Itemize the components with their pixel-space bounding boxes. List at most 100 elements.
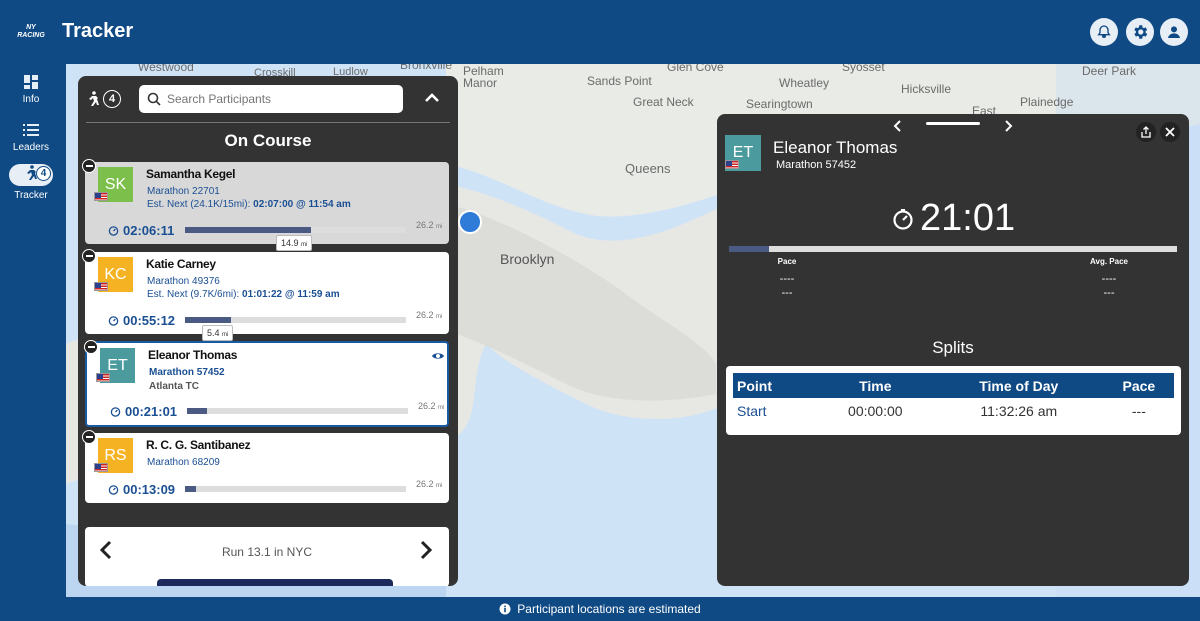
total-distance-unit: mi	[436, 314, 443, 320]
estimated-next: Est. Next (24.1K/15mi): 02:07:00 @ 11:54…	[147, 199, 351, 210]
event-name: Run 13.1 in NYC	[221, 545, 313, 559]
next-participant-button[interactable]	[1002, 119, 1014, 137]
chevron-right-icon	[1005, 120, 1013, 132]
pace-label: Pace	[777, 257, 797, 266]
nav-item-label: Leaders	[12, 142, 50, 153]
estimated-next-value: 01:01:22 @ 11:59 am	[242, 289, 340, 300]
footer-notice: Participant locations are estimated	[0, 597, 1200, 621]
runner-count-value: 4	[103, 90, 121, 108]
total-distance: 26.2 mi	[418, 401, 444, 411]
progress-bar	[185, 227, 406, 233]
remove-participant-button[interactable]	[82, 249, 96, 263]
next-event-button[interactable]	[419, 540, 433, 565]
us-flag-icon	[94, 282, 108, 291]
elapsed-time: 00:13:09	[108, 482, 175, 497]
search-box[interactable]	[139, 85, 403, 113]
watching-indicator[interactable]	[431, 348, 445, 366]
race-clock-value: 21:01	[920, 197, 1016, 239]
collapse-panel-button[interactable]	[423, 89, 441, 112]
drag-handle[interactable]	[926, 122, 980, 125]
close-button[interactable]	[1160, 122, 1180, 142]
participant-card[interactable]: RS R. C. G. Santibanez Marathon 68209 00…	[82, 430, 449, 503]
mile-marker-tooltip: 14.9 mi	[276, 235, 313, 251]
stopwatch-icon	[108, 226, 119, 236]
map-label: Hicksville	[901, 82, 952, 96]
elapsed-time-value: 00:55:12	[123, 313, 176, 328]
total-distance-value: 26.2	[416, 479, 434, 489]
splits-header-row: Point Time Time of Day Pace	[733, 373, 1174, 398]
map-label: Pelham Manor	[463, 64, 504, 90]
elapsed-time: 00:21:01	[110, 404, 177, 419]
bell-icon	[1097, 25, 1111, 38]
runner-count[interactable]: 4	[86, 90, 121, 108]
stopwatch-icon	[108, 316, 119, 326]
elapsed-time-value: 00:13:09	[123, 482, 176, 497]
stopwatch-icon	[110, 407, 121, 417]
elapsed-time: 00:55:12	[108, 313, 175, 328]
nav-item-leaders[interactable]: Leaders	[0, 122, 62, 153]
splits-header: Pace	[1103, 373, 1174, 398]
chevron-right-icon	[420, 540, 433, 560]
tracker-panel-header: 4	[78, 76, 458, 122]
participant-card[interactable]: KC Katie Carney Marathon 49376 Est. Next…	[82, 249, 449, 334]
participant-event: Marathon 22701	[147, 186, 220, 197]
remove-participant-button[interactable]	[82, 159, 96, 173]
splits-header: Point	[733, 373, 817, 398]
share-button[interactable]	[1136, 122, 1156, 142]
search-input[interactable]	[167, 92, 387, 106]
stopwatch-icon	[893, 208, 913, 230]
nav-active-indicator: 4	[9, 164, 53, 186]
progress-bar	[185, 486, 406, 492]
elapsed-time: 02:06:11	[108, 223, 174, 238]
runner-map-marker[interactable]	[458, 210, 482, 234]
split-point[interactable]: Start	[733, 398, 817, 424]
participant-card-selected[interactable]: ET Eleanor Thomas Marathon 57452 Atlanta…	[84, 340, 449, 427]
splits-table: Point Time Time of Day Pace Start 00:00:…	[726, 366, 1181, 435]
participant-name: R. C. G. Santibanez	[146, 438, 251, 452]
avg-pace-label: Avg. Pace	[1090, 257, 1128, 266]
pace-stat: Pace ---- ---	[757, 257, 817, 300]
tracker-panel: 4 On Course SK Samantha Kegel Marathon 2…	[78, 76, 458, 586]
estimated-next-label: Est. Next (9.7K/6mi):	[147, 289, 240, 300]
map-label: Glen Cove	[667, 64, 724, 74]
total-distance-unit: mi	[436, 224, 443, 230]
us-flag-icon	[96, 373, 110, 382]
map-label: Deer Park	[1082, 64, 1137, 78]
participant-event: Marathon 49376	[147, 276, 220, 287]
account-button[interactable]	[1160, 18, 1188, 46]
total-distance-value: 26.2	[418, 401, 436, 411]
settings-button[interactable]	[1126, 18, 1154, 46]
split-pace: ---	[1131, 403, 1146, 419]
map-label: Wheatley	[779, 76, 830, 90]
map-label: Syosset	[842, 64, 885, 74]
mile-marker-value: 14.9	[281, 238, 299, 248]
progress-bar	[187, 408, 408, 414]
participant-detail-panel: ET Eleanor Thomas Marathon 57452 21:01 P…	[717, 114, 1189, 586]
participant-name: Katie Carney	[146, 257, 216, 271]
progress-bar	[729, 246, 1177, 252]
splits-header: Time	[816, 373, 934, 398]
notifications-button[interactable]	[1090, 18, 1118, 46]
mile-marker-unit: mi	[222, 332, 229, 338]
participant-card[interactable]: SK Samantha Kegel Marathon 22701 Est. Ne…	[82, 159, 449, 244]
map-label: Bronxville	[400, 64, 453, 72]
nav-item-tracker[interactable]: 4 Tracker	[0, 164, 62, 201]
remove-participant-button[interactable]	[82, 430, 96, 444]
footer-notice-text: Participant locations are estimated	[517, 602, 701, 616]
gear-icon	[1134, 25, 1148, 39]
previous-participant-button[interactable]	[892, 119, 904, 137]
nav-item-info[interactable]: Info	[0, 74, 62, 105]
side-nav: Info Leaders 4 Tracker	[0, 64, 62, 597]
participant-event: Marathon 68209	[147, 457, 220, 468]
participant-team: Atlanta TC	[149, 381, 199, 392]
map-label: Brooklyn	[500, 251, 555, 267]
progress-bar-fill	[185, 227, 311, 233]
remove-participant-button[interactable]	[84, 340, 98, 354]
info-icon	[499, 603, 511, 615]
progress-bar-fill	[187, 408, 207, 414]
app-logo[interactable]: NY RACING	[16, 24, 46, 40]
table-row: Start 00:00:00 11:32:26 am ---	[733, 398, 1174, 424]
event-action-button[interactable]	[157, 579, 393, 586]
total-distance: 26.2 mi	[416, 479, 442, 489]
race-clock: 21:01	[892, 197, 1015, 240]
